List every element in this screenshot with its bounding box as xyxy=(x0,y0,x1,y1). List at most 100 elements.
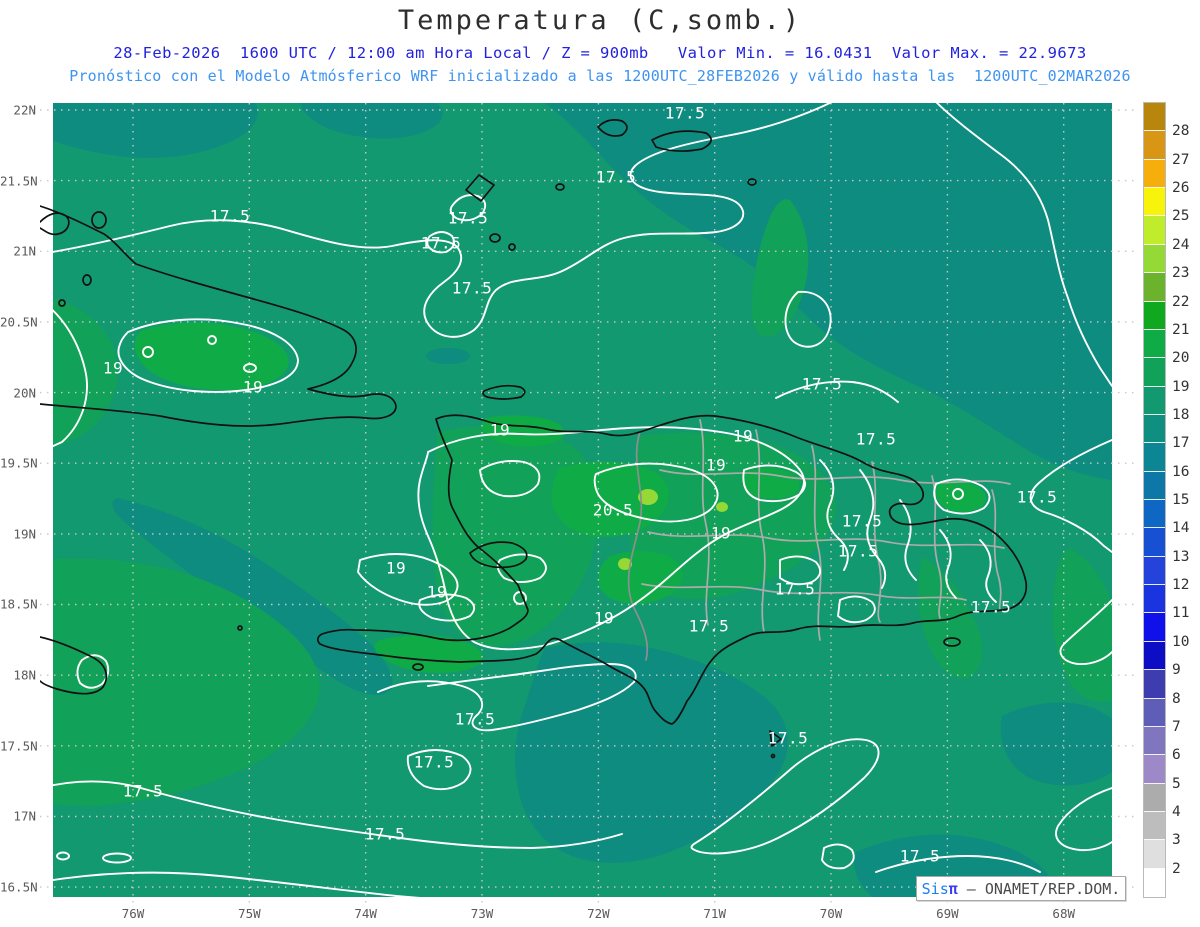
colorbar-tick-label: 16 xyxy=(1172,463,1190,480)
weather-map-page: Temperatura (C,somb.) 28-Feb-2026 1600 U… xyxy=(0,0,1200,927)
colorbar-band xyxy=(1144,811,1165,841)
lat-label: 18.5N xyxy=(0,596,38,612)
contour-label: 17.5 xyxy=(209,206,251,226)
colorbar-tick-label: 22 xyxy=(1172,293,1190,310)
lat-label: 22N xyxy=(13,102,36,118)
lon-label: 72W xyxy=(587,906,610,921)
contour-label: 19 xyxy=(732,426,754,446)
lat-label: 20.5N xyxy=(0,314,38,330)
contour-label: 19 xyxy=(489,420,511,440)
lat-label: 16.5N xyxy=(0,879,38,895)
contour-label: 19 xyxy=(426,582,448,602)
colorbar-tick-label: 23 xyxy=(1172,265,1190,282)
colorbar-tick-label: 12 xyxy=(1172,577,1190,594)
colorbar-band xyxy=(1144,131,1165,160)
colorbar-tick-label: 21 xyxy=(1172,321,1190,338)
colorbar-tick-label: 19 xyxy=(1172,378,1190,395)
contour-label: 17.5 xyxy=(420,233,462,253)
contour-label: 19 xyxy=(385,558,407,578)
colorbar-band xyxy=(1144,528,1165,557)
contour-label: 17.5 xyxy=(413,752,455,772)
colorbar-tick-label: 4 xyxy=(1172,803,1181,820)
lon-label: 74W xyxy=(354,906,377,921)
colorbar-band xyxy=(1144,670,1165,699)
contour-label: 17.5 xyxy=(899,846,941,866)
contour-label: 17.5 xyxy=(664,103,706,123)
colorbar-band xyxy=(1144,244,1165,274)
lon-label: 68W xyxy=(1052,906,1076,921)
contour-label: 19 xyxy=(593,608,615,628)
colorbar-tick-label: 2 xyxy=(1172,860,1181,877)
colorbar-band xyxy=(1144,414,1165,444)
colorbar-tick-label: 15 xyxy=(1172,492,1190,508)
contour-label: 17.5 xyxy=(122,781,164,801)
contour-label: 17.5 xyxy=(970,597,1012,617)
contour-label: 17.5 xyxy=(774,579,816,599)
contour-label: 19 xyxy=(705,455,727,475)
contour-label: 17.5 xyxy=(454,709,496,729)
colorbar-band xyxy=(1144,216,1165,245)
colorbar-band xyxy=(1144,358,1165,387)
colorbar xyxy=(1143,102,1166,898)
pi-icon: π xyxy=(948,879,958,898)
lon-label: 75W xyxy=(238,906,261,921)
colorbar-band xyxy=(1144,159,1165,189)
lon-label: 70W xyxy=(819,906,843,921)
colorbar-band xyxy=(1144,500,1165,529)
lat-label: 17.5N xyxy=(0,738,38,754)
colorbar-band xyxy=(1144,868,1165,898)
colorbar-tick-label: 20 xyxy=(1172,350,1190,367)
lat-label: 21N xyxy=(13,243,36,259)
colorbar-band xyxy=(1144,641,1165,671)
colorbar-band xyxy=(1144,471,1165,501)
sispi-logo-text: Sis xyxy=(921,879,949,898)
colorbar-tick-label: 5 xyxy=(1172,775,1181,792)
badge-separator: – xyxy=(957,879,985,898)
colorbar-tick-label: 10 xyxy=(1172,633,1190,650)
contour-label: 19 xyxy=(242,377,264,397)
colorbar-band xyxy=(1144,188,1165,217)
colorbar-tick-label: 6 xyxy=(1172,747,1181,764)
colorbar-band xyxy=(1144,103,1165,132)
colorbar-band xyxy=(1144,273,1165,302)
contour-label: 17.5 xyxy=(1016,487,1058,507)
colorbar-tick-label: 9 xyxy=(1172,662,1181,679)
colorbar-band xyxy=(1144,443,1165,472)
lon-label: 76W xyxy=(121,906,145,921)
contour-label: 20.5 xyxy=(592,500,634,520)
colorbar-band xyxy=(1144,556,1165,586)
colorbar-band xyxy=(1144,783,1165,812)
contour-label: 17.5 xyxy=(451,278,493,298)
colorbar-band xyxy=(1144,726,1165,756)
colorbar-band xyxy=(1144,698,1165,727)
contour-label: 17.5 xyxy=(841,511,883,531)
colorbar-band xyxy=(1144,386,1165,415)
lon-label: 73W xyxy=(470,906,494,921)
badge-org-text: ONAMET/REP.DOM. xyxy=(984,879,1121,898)
lon-label: 71W xyxy=(703,906,726,921)
contour-label: 19 xyxy=(102,358,124,378)
lat-label: 19N xyxy=(13,526,36,542)
shaded-field xyxy=(53,103,1112,897)
colorbar-tick-label: 13 xyxy=(1172,548,1190,565)
map-svg xyxy=(33,100,1135,905)
colorbar-band xyxy=(1144,329,1165,359)
colorbar-tick-label: 7 xyxy=(1172,718,1181,735)
colorbar-band xyxy=(1144,301,1165,330)
lon-label: 69W xyxy=(936,906,959,921)
lat-label: 21.5N xyxy=(0,173,38,189)
contour-label: 17.5 xyxy=(855,429,897,449)
colorbar-tick-label: 14 xyxy=(1172,520,1190,537)
colorbar-band xyxy=(1144,840,1165,869)
lat-label: 20N xyxy=(13,385,36,401)
colorbar-tick-label: 28 xyxy=(1172,123,1190,140)
contour-label: 17.5 xyxy=(801,374,843,394)
colorbar-tick-label: 8 xyxy=(1172,690,1181,707)
colorbar-tick-label: 18 xyxy=(1172,406,1190,423)
colorbar-tick-label: 25 xyxy=(1172,208,1190,225)
contour-label: 19 xyxy=(710,523,732,543)
contour-label: 17.5 xyxy=(447,208,489,228)
lat-label: 19.5N xyxy=(0,455,38,471)
colorbar-band xyxy=(1144,613,1165,642)
colorbar-band xyxy=(1144,755,1165,784)
